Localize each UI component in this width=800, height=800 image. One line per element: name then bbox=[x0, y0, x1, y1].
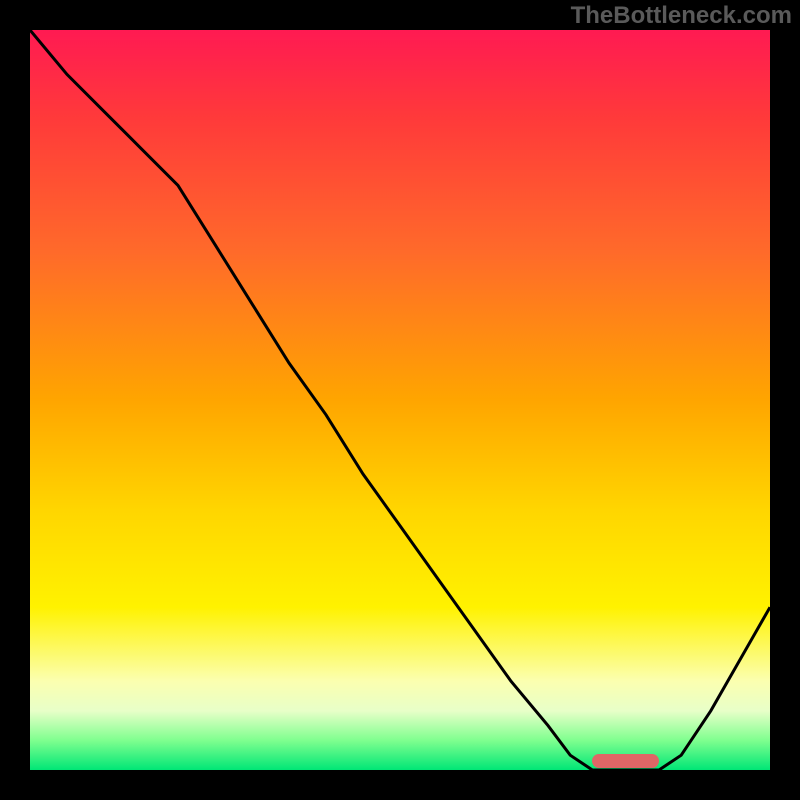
chart-frame: TheBottleneck.com bbox=[0, 0, 800, 800]
plot-area bbox=[30, 30, 770, 770]
watermark-text: TheBottleneck.com bbox=[571, 2, 792, 30]
bottleneck-curve bbox=[30, 30, 770, 770]
curve-path bbox=[30, 30, 770, 770]
